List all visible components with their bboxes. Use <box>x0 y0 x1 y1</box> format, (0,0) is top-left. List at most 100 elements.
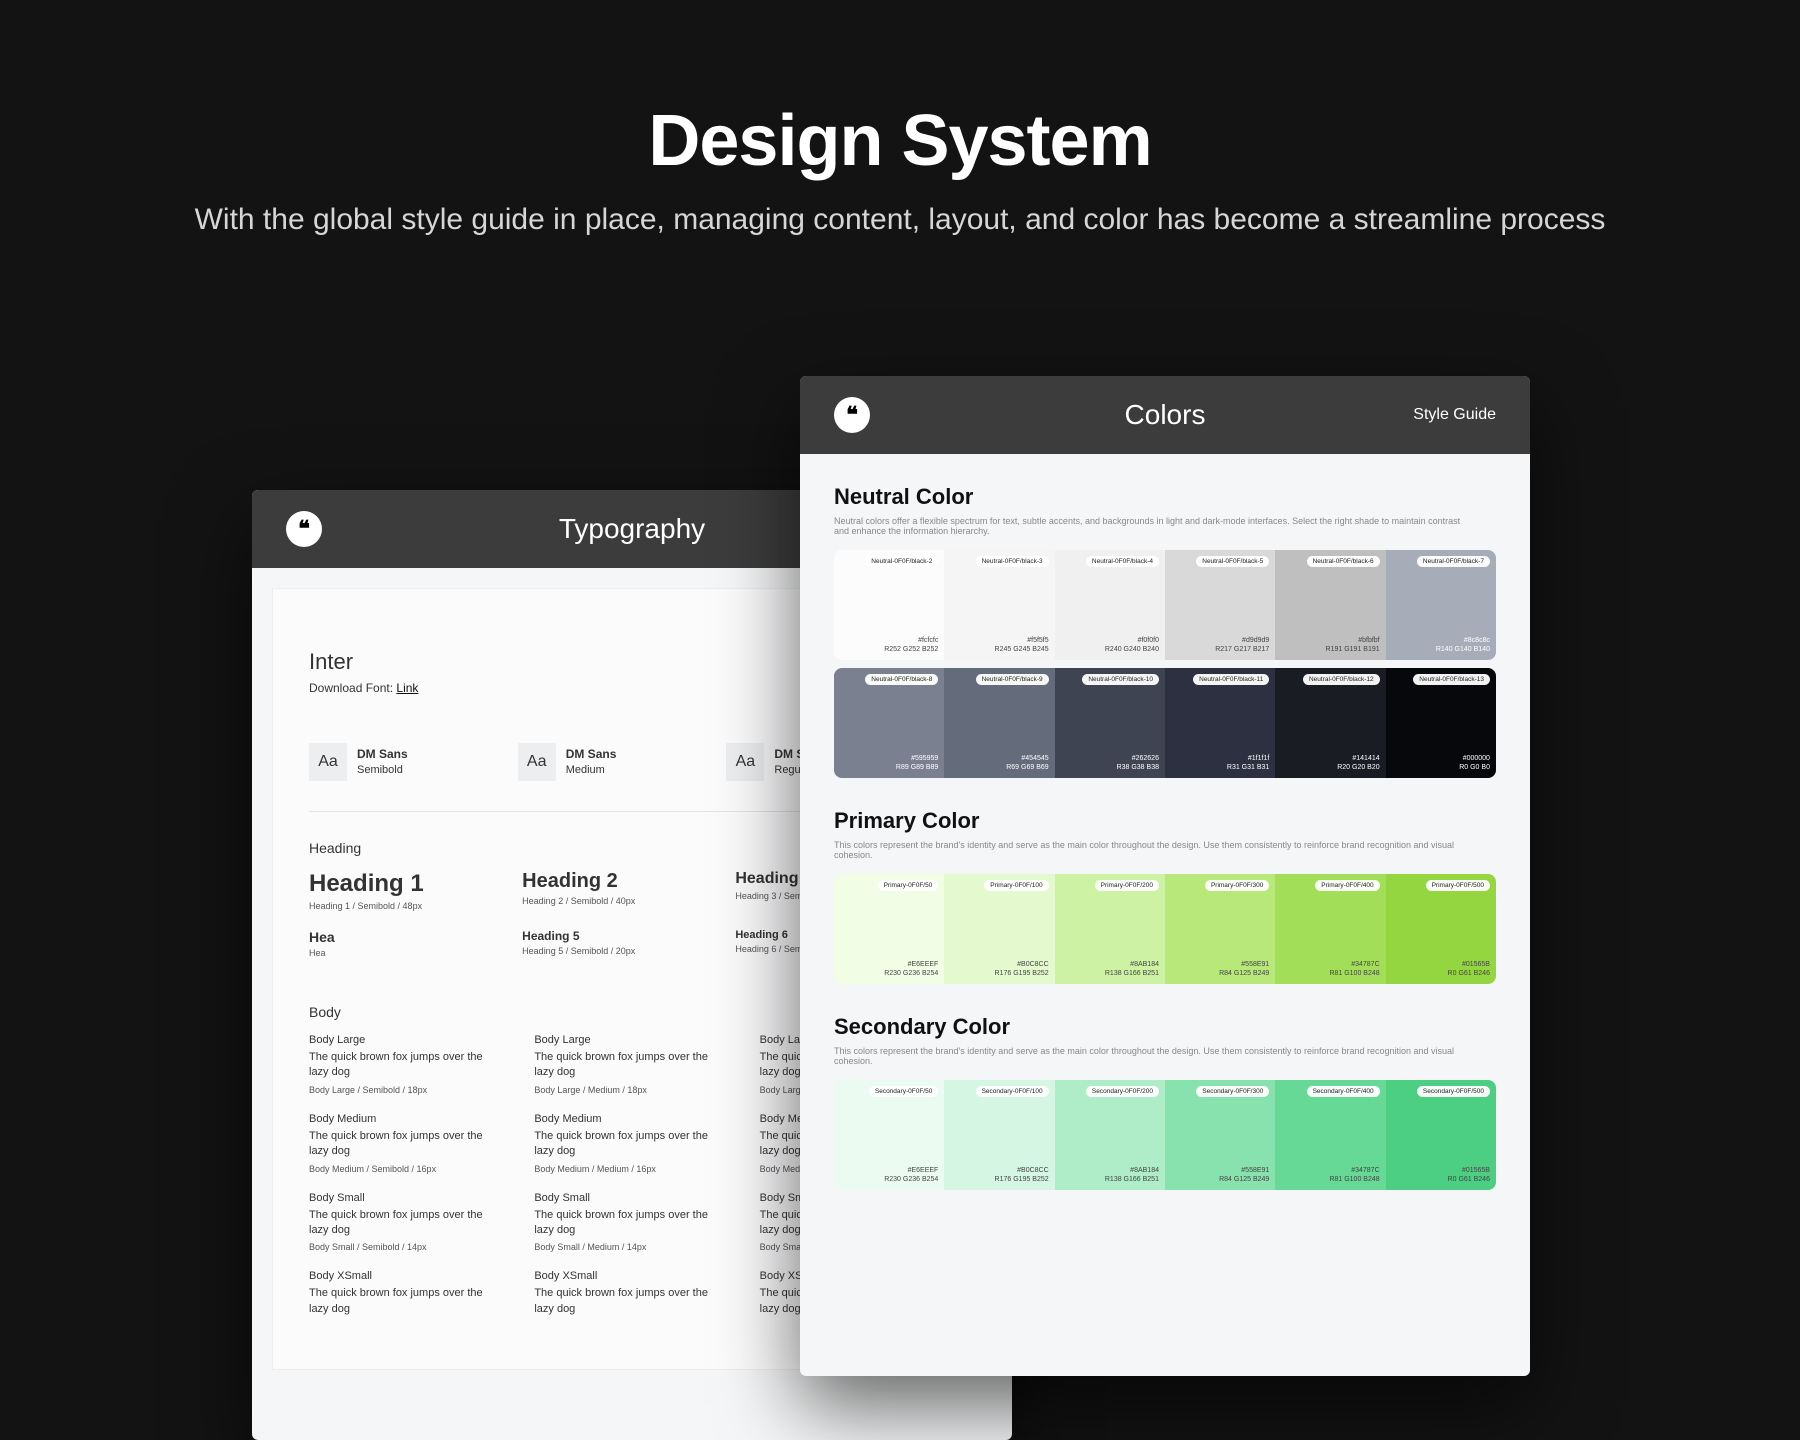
swatch-values: #bfbfbfR191 G191 B191 <box>1281 636 1379 654</box>
primary-swatches: Primary-0F0F/50#E6EEEFR230 G236 B254Prim… <box>834 874 1496 984</box>
body-sample: Body Medium The quick brown fox jumps ove… <box>309 1113 504 1174</box>
font-sample: AaDM SansMedium <box>518 743 617 781</box>
swatch-name: Primary-0F0F/500 <box>1426 880 1490 891</box>
heading-label: Heading 2 <box>522 870 735 893</box>
body-label: Body Medium <box>309 1113 504 1125</box>
swatch-values: #B0C8CCR176 G195 B252 <box>950 960 1048 978</box>
neutral-swatches-light: Neutral-0F0F/black-2#fcfcfcR252 G252 B25… <box>834 550 1496 660</box>
font-sample: Aa DM SansSemibold <box>309 743 408 781</box>
swatch-values: #8AB184R138 G166 B251 <box>1061 960 1159 978</box>
page-subtitle: With the global style guide in place, ma… <box>0 200 1800 241</box>
font-sample-glyph: Aa <box>309 743 347 781</box>
download-font-link[interactable]: Link <box>396 681 418 695</box>
colors-title: Colors <box>1125 399 1206 431</box>
swatch-name: Secondary-0F0F/50 <box>869 1086 938 1097</box>
swatch-values: #01565BR0 G61 B246 <box>1392 960 1490 978</box>
color-swatch: Primary-0F0F/200#8AB184R138 G166 B251 <box>1055 874 1165 984</box>
body-label: Body XSmall <box>534 1270 729 1282</box>
page-title: Design System <box>0 100 1800 182</box>
color-swatch: Primary-0F0F/400 #34787CR81 G100 B248 <box>1275 874 1385 984</box>
swatch-values: #E6EEEFR230 G236 B254 <box>840 1166 938 1184</box>
font-sample-label: DM SansSemibold <box>357 747 408 777</box>
color-swatch: Secondary-0F0F/100 #B0C8CCR176 G195 B252 <box>944 1080 1054 1190</box>
body-sample: Body Large The quick brown fox jumps over… <box>309 1034 504 1095</box>
color-swatch: Neutral-0F0F/black-9 #454545R69 G69 B69 <box>944 668 1054 778</box>
swatch-values: #141414R20 G20 B20 <box>1281 754 1379 772</box>
swatch-name: Primary-0F0F/50 <box>878 880 939 891</box>
body-pangram: The quick brown fox jumps over the lazy … <box>309 1129 504 1160</box>
swatch-name: Primary-0F0F/400 <box>1315 880 1379 891</box>
color-swatch: Primary-0F0F/300 #558E91R84 G125 B249 <box>1165 874 1275 984</box>
swatch-values: #558E91R84 G125 B249 <box>1171 960 1269 978</box>
swatch-values: #000000R0 G0 B0 <box>1392 754 1490 772</box>
swatch-values: #d9d9d9R217 G217 B217 <box>1171 636 1269 654</box>
primary-desc: This colors represent the brand's identi… <box>834 840 1474 860</box>
swatch-values: #34787CR81 G100 B248 <box>1281 1166 1379 1184</box>
hero-block: Design System With the global style guid… <box>0 100 1800 241</box>
body-label: Body Large <box>309 1034 504 1046</box>
secondary-title: Secondary Color <box>834 1014 1496 1040</box>
heading-sample: Heading 5 Heading 5 / Semibold / 20px <box>522 929 735 958</box>
neutral-swatches-dark: Neutral-0F0F/black-8#595959R89 G89 B89Ne… <box>834 668 1496 778</box>
heading-label: Heading 1 <box>309 870 522 898</box>
body-pangram: The quick brown fox jumps over the lazy … <box>309 1286 504 1317</box>
swatch-values: #01565BR0 G61 B246 <box>1392 1166 1490 1184</box>
swatch-values: #558E91R84 G125 B249 <box>1171 1166 1269 1184</box>
colors-body: Neutral Color Neutral colors offer a fle… <box>800 454 1530 1250</box>
body-spec: Body Medium / Semibold / 16px <box>309 1164 504 1174</box>
swatch-name: Neutral-0F0F/black-8 <box>865 674 938 685</box>
color-swatch: Neutral-0F0F/black-12#141414R20 G20 B20 <box>1275 668 1385 778</box>
body-sample: Body LargeThe quick brown fox jumps over… <box>534 1034 729 1095</box>
swatch-name: Neutral-0F0F/black-6 <box>1307 556 1380 567</box>
heading-spec: Heading 5 / Semibold / 20px <box>522 946 735 956</box>
swatch-values: #34787CR81 G100 B248 <box>1281 960 1379 978</box>
swatch-values: #454545R69 G69 B69 <box>950 754 1048 772</box>
body-pangram: The quick brown fox jumps over the lazy … <box>309 1208 504 1239</box>
swatch-values: #f0f0f0R240 G240 B240 <box>1061 636 1159 654</box>
heading-sample: Heading 2Heading 2 / Semibold / 40px <box>522 870 735 911</box>
primary-title: Primary Color <box>834 808 1496 834</box>
swatch-name: Neutral-0F0F/black-2 <box>865 556 938 567</box>
color-swatch: Neutral-0F0F/black-2#fcfcfcR252 G252 B25… <box>834 550 944 660</box>
heading-sample: Heading 1Heading 1 / Semibold / 48px <box>309 870 522 911</box>
body-pangram: The quick brown fox jumps over the lazy … <box>534 1208 729 1239</box>
swatch-name: Secondary-0F0F/400 <box>1307 1086 1380 1097</box>
swatch-name: Secondary-0F0F/100 <box>976 1086 1049 1097</box>
swatch-name: Primary-0F0F/100 <box>984 880 1048 891</box>
body-sample: Body SmallThe quick brown fox jumps over… <box>534 1192 729 1253</box>
color-swatch: Secondary-0F0F/50 #E6EEEFR230 G236 B254 <box>834 1080 944 1190</box>
swatch-name: Secondary-0F0F/200 <box>1086 1086 1159 1097</box>
typography-title: Typography <box>559 513 705 545</box>
swatch-values: #8c8c8cR140 G140 B140 <box>1392 636 1490 654</box>
color-swatch: Neutral-0F0F/black-5#d9d9d9R217 G217 B21… <box>1165 550 1275 660</box>
primary-section: Primary Color This colors represent the … <box>834 808 1496 984</box>
font-sample-glyph: Aa <box>518 743 556 781</box>
color-swatch: Primary-0F0F/100 #B0C8CCR176 G195 B252 <box>944 874 1054 984</box>
color-swatch: Primary-0F0F/50#E6EEEFR230 G236 B254 <box>834 874 944 984</box>
colors-card: ❝ Colors Style Guide Neutral Color Neutr… <box>800 376 1530 1376</box>
swatch-name: Neutral-0F0F/black-10 <box>1082 674 1159 685</box>
swatch-values: #1f1f1fR31 G31 B31 <box>1171 754 1269 772</box>
body-label: Body Medium <box>534 1113 729 1125</box>
swatch-name: Neutral-0F0F/black-13 <box>1413 674 1490 685</box>
body-spec: Body Large / Medium / 18px <box>534 1085 729 1095</box>
color-swatch: Neutral-0F0F/black-11#1f1f1fR31 G31 B31 <box>1165 668 1275 778</box>
swatch-name: Primary-0F0F/300 <box>1205 880 1269 891</box>
color-swatch: Secondary-0F0F/500#01565BR0 G61 B246 <box>1386 1080 1496 1190</box>
color-swatch: Primary-0F0F/500 #01565BR0 G61 B246 <box>1386 874 1496 984</box>
body-sample: Body XSmallThe quick brown fox jumps ove… <box>309 1270 504 1317</box>
swatch-name: Neutral-0F0F/black-4 <box>1086 556 1159 567</box>
body-spec: Body Medium / Medium / 16px <box>534 1164 729 1174</box>
swatch-name: Secondary-0F0F/300 <box>1196 1086 1269 1097</box>
heading-label: Heading 5 <box>522 929 735 943</box>
font-sample-glyph: Aa <box>726 743 764 781</box>
color-swatch: Neutral-0F0F/black-10#262626R38 G38 B38 <box>1055 668 1165 778</box>
color-swatch: Neutral-0F0F/black-4 #f0f0f0R240 G240 B24… <box>1055 550 1165 660</box>
color-swatch: Neutral-0F0F/black-3#f5f5f5R245 G245 B24… <box>944 550 1054 660</box>
swatch-values: #B0C8CCR176 G195 B252 <box>950 1166 1048 1184</box>
swatch-name: Neutral-0F0F/black-9 <box>976 674 1049 685</box>
body-pangram: The quick brown fox jumps over the lazy … <box>309 1050 504 1081</box>
secondary-swatches: Secondary-0F0F/50#E6EEEFR230 G236 B254Se… <box>834 1080 1496 1190</box>
neutral-desc: Neutral colors offer a flexible spectrum… <box>834 516 1474 536</box>
color-swatch: Secondary-0F0F/200#8AB184R138 G166 B251 <box>1055 1080 1165 1190</box>
